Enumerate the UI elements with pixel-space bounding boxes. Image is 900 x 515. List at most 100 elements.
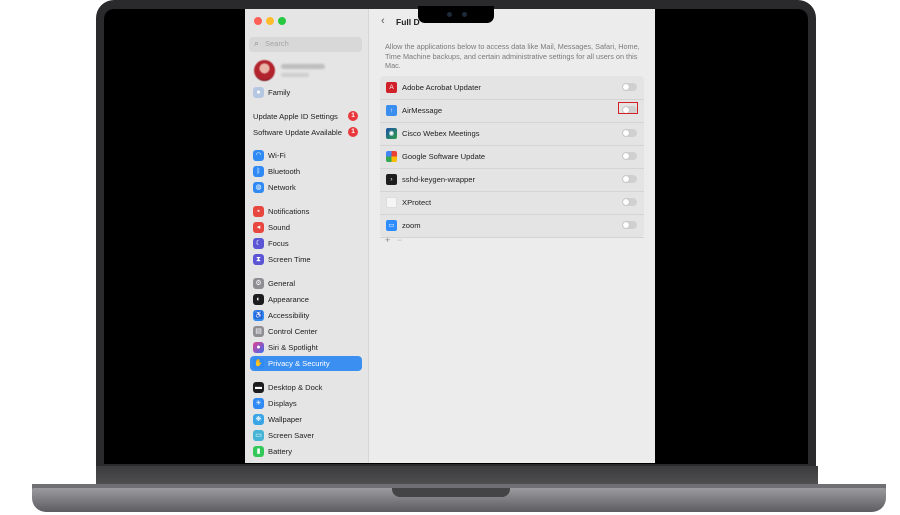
app-name: AirMessage <box>402 106 443 115</box>
sidebar-item-siri-spotlight[interactable]: ● Siri & Spotlight <box>250 340 362 355</box>
add-button[interactable]: + <box>385 235 390 245</box>
app-name: Cisco Webex Meetings <box>402 129 480 138</box>
toggle-knob <box>623 199 629 205</box>
xprotect-icon <box>386 197 397 208</box>
zoom-icon: ▭ <box>386 220 397 231</box>
bluetooth-icon: ᛒ <box>253 166 264 177</box>
sidebar-item-general[interactable]: ⚙ General <box>250 276 362 291</box>
hourglass-icon: ⧗ <box>253 254 264 265</box>
airmessage-icon: ↑ <box>386 105 397 116</box>
sidebar-item-notifications[interactable]: ▪ Notifications <box>250 204 362 219</box>
toggle-knob <box>623 153 629 159</box>
minimize-button[interactable] <box>266 17 274 25</box>
app-toggle[interactable] <box>622 198 637 206</box>
sidebar-item-label: Software Update Available <box>253 128 342 137</box>
notification-badge: 1 <box>348 111 358 121</box>
hand-icon: ✋ <box>253 358 264 369</box>
moon-icon: ☾ <box>253 238 264 249</box>
acrobat-icon: A <box>386 82 397 93</box>
app-name: XProtect <box>402 198 432 207</box>
sidebar-item-control-center[interactable]: ▤ Control Center <box>250 324 362 339</box>
sidebar-item-label: Desktop & Dock <box>268 383 323 392</box>
sun-icon: ☀ <box>253 398 264 409</box>
screensaver-icon: ▭ <box>253 430 264 441</box>
sidebar-item-label: Battery <box>268 447 293 456</box>
sidebar-item-label: General <box>268 279 296 288</box>
control-center-icon: ▤ <box>253 326 264 337</box>
avatar[interactable] <box>254 60 275 81</box>
sidebar-item-label: Appearance <box>268 295 309 304</box>
sidebar-item-accessibility[interactable]: ♿ Accessibility <box>250 308 362 323</box>
sidebar-item-battery[interactable]: ▮ Battery <box>250 444 362 459</box>
sensor-icon <box>462 12 467 17</box>
sidebar-item-network[interactable]: ◍ Network <box>250 180 362 195</box>
accessibility-icon: ♿ <box>253 310 264 321</box>
gear-icon: ⚙ <box>253 278 264 289</box>
wallpaper-icon: ❋ <box>253 414 264 425</box>
sidebar-item-label: Notifications <box>268 207 310 216</box>
list-item: A Adobe Acrobat Updater <box>380 76 644 100</box>
app-toggle[interactable] <box>622 175 637 183</box>
terminal-icon: › <box>386 174 397 185</box>
sidebar-item-wifi[interactable]: ◠ Wi-Fi <box>250 148 362 163</box>
sidebar: ⌕ Search ● Family Update Apple ID Settin… <box>245 9 369 463</box>
app-toggle[interactable] <box>622 221 637 229</box>
camera-notch <box>418 6 494 23</box>
wifi-icon: ◠ <box>253 150 264 161</box>
toggle-knob <box>623 176 629 182</box>
sidebar-item-software-update[interactable]: Software Update Available 1 <box>250 125 362 140</box>
toggle-knob <box>623 222 629 228</box>
zoom-button[interactable] <box>278 17 286 25</box>
speaker-icon: ◂ <box>253 222 264 233</box>
list-item: Google Software Update <box>380 145 644 169</box>
sidebar-item-label: Screen Time <box>268 255 311 264</box>
dock-icon: ▬ <box>253 382 264 393</box>
sidebar-item-sound[interactable]: ◂ Sound <box>250 220 362 235</box>
sidebar-item-screen-time[interactable]: ⧗ Screen Time <box>250 252 362 267</box>
appearance-icon: ◐ <box>253 294 264 305</box>
sidebar-item-label: Privacy & Security <box>268 359 330 368</box>
sidebar-item-label: Wallpaper <box>268 415 302 424</box>
profile-name-blurred <box>281 64 325 69</box>
sidebar-item-focus[interactable]: ☾ Focus <box>250 236 362 251</box>
sidebar-item-label: Displays <box>268 399 297 408</box>
sidebar-item-appearance[interactable]: ◐ Appearance <box>250 292 362 307</box>
list-item: › sshd-keygen-wrapper <box>380 168 644 192</box>
back-chevron-icon[interactable]: ‹ <box>381 15 385 27</box>
app-toggle[interactable] <box>622 129 637 137</box>
globe-icon: ◍ <box>253 182 264 193</box>
app-toggle[interactable] <box>622 83 637 91</box>
sidebar-item-bluetooth[interactable]: ᛒ Bluetooth <box>250 164 362 179</box>
close-button[interactable] <box>254 17 262 25</box>
sidebar-item-displays[interactable]: ☀ Displays <box>250 396 362 411</box>
sidebar-item-label: Accessibility <box>268 311 310 320</box>
siri-icon: ● <box>253 342 264 353</box>
list-item: ◉ Cisco Webex Meetings <box>380 122 644 146</box>
main-content: ‹ Full D Allow the applications below to… <box>369 9 655 463</box>
webex-icon: ◉ <box>386 128 397 139</box>
description-text: Allow the applications below to access d… <box>385 42 640 71</box>
sidebar-item-label: Siri & Spotlight <box>268 343 318 352</box>
sidebar-item-screen-saver[interactable]: ▭ Screen Saver <box>250 428 362 443</box>
google-update-icon <box>386 151 397 162</box>
system-settings-window: ⌕ Search ● Family Update Apple ID Settin… <box>245 9 655 463</box>
sidebar-item-label: Focus <box>268 239 289 248</box>
laptop-groove <box>392 488 510 497</box>
sidebar-item-wallpaper[interactable]: ❋ Wallpaper <box>250 412 362 427</box>
sidebar-item-update-apple-id[interactable]: Update Apple ID Settings 1 <box>250 109 362 124</box>
app-toggle[interactable] <box>622 152 637 160</box>
search-icon: ⌕ <box>254 38 260 48</box>
sidebar-item-desktop-dock[interactable]: ▬ Desktop & Dock <box>250 380 362 395</box>
family-icon: ● <box>253 87 264 98</box>
app-name: Adobe Acrobat Updater <box>402 83 481 92</box>
remove-button[interactable]: − <box>397 235 402 245</box>
search-placeholder: Search <box>265 39 289 48</box>
search-field[interactable]: ⌕ Search <box>249 37 362 52</box>
camera-icon <box>447 12 452 17</box>
sidebar-item-label: Control Center <box>268 327 318 336</box>
app-list: A Adobe Acrobat Updater ↑ AirMessage ◉ C… <box>380 76 644 245</box>
bell-icon: ▪ <box>253 206 264 217</box>
sidebar-item-label: Family <box>268 88 291 97</box>
sidebar-item-family[interactable]: ● Family <box>250 85 362 100</box>
sidebar-item-privacy-security[interactable]: ✋ Privacy & Security <box>250 356 362 371</box>
